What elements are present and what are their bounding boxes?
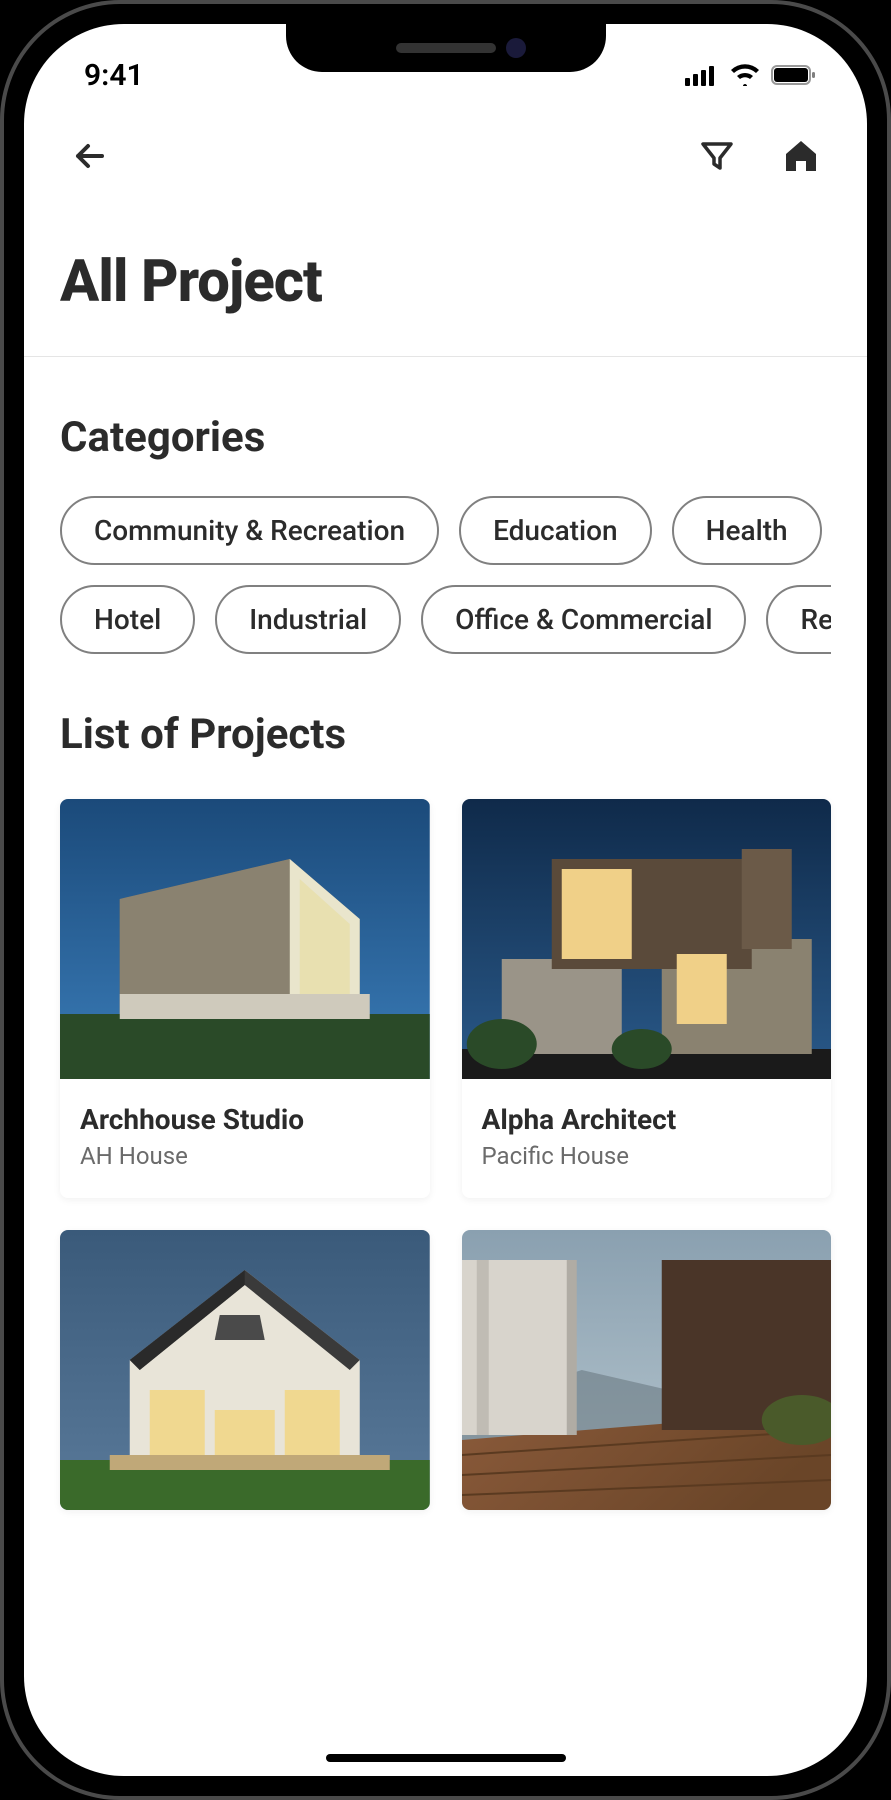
categories-row-1[interactable]: Community & Recreation Education Health — [60, 496, 831, 565]
project-studio: Alpha Architect — [482, 1103, 812, 1136]
project-card[interactable] — [60, 1230, 430, 1510]
front-camera — [506, 38, 526, 58]
filter-icon — [699, 138, 735, 174]
category-chip[interactable]: Office & Commercial — [421, 585, 746, 654]
category-chip[interactable]: Industrial — [215, 585, 401, 654]
project-card[interactable]: Archhouse Studio AH House — [60, 799, 430, 1198]
projects-grid: Archhouse Studio AH House — [60, 799, 831, 1510]
arrow-left-icon — [70, 136, 110, 176]
category-chip[interactable]: Res — [766, 585, 831, 654]
filter-button[interactable] — [695, 134, 739, 178]
project-name: Pacific House — [482, 1142, 812, 1170]
divider — [24, 356, 867, 357]
project-image — [462, 799, 832, 1079]
category-chip[interactable]: Education — [459, 496, 652, 565]
project-info: Alpha Architect Pacific House — [462, 1079, 832, 1198]
category-chip[interactable]: Hotel — [60, 585, 195, 654]
categories-title: Categories — [60, 413, 831, 462]
projects-title: List of Projects — [60, 710, 831, 759]
page-title: All Project — [60, 248, 831, 316]
project-image — [462, 1230, 832, 1510]
project-card[interactable]: Alpha Architect Pacific House — [462, 799, 832, 1198]
categories-row-2[interactable]: Hotel Industrial Office & Commercial Res — [60, 585, 831, 654]
home-indicator[interactable] — [326, 1754, 566, 1762]
battery-icon — [771, 64, 817, 86]
status-time: 9:41 — [84, 58, 144, 93]
project-image — [60, 799, 430, 1079]
project-image — [60, 1230, 430, 1510]
project-name: AH House — [80, 1142, 410, 1170]
nav-bar — [60, 104, 831, 198]
phone-screen: 9:41 — [24, 24, 867, 1776]
category-chip[interactable]: Community & Recreation — [60, 496, 439, 565]
speaker-slot — [396, 43, 496, 53]
project-info: Archhouse Studio AH House — [60, 1079, 430, 1198]
project-card[interactable] — [462, 1230, 832, 1510]
project-studio: Archhouse Studio — [80, 1103, 410, 1136]
cellular-icon — [685, 64, 719, 86]
wifi-icon — [729, 64, 761, 86]
nav-actions — [695, 134, 823, 178]
screen-content[interactable]: All Project Categories Community & Recre… — [24, 104, 867, 1776]
phone-frame: 9:41 — [0, 0, 891, 1800]
back-button[interactable] — [68, 134, 112, 178]
home-button[interactable] — [779, 134, 823, 178]
category-chip[interactable]: Health — [672, 496, 822, 565]
notch — [286, 24, 606, 72]
home-icon — [782, 137, 820, 175]
status-icons — [685, 64, 817, 86]
